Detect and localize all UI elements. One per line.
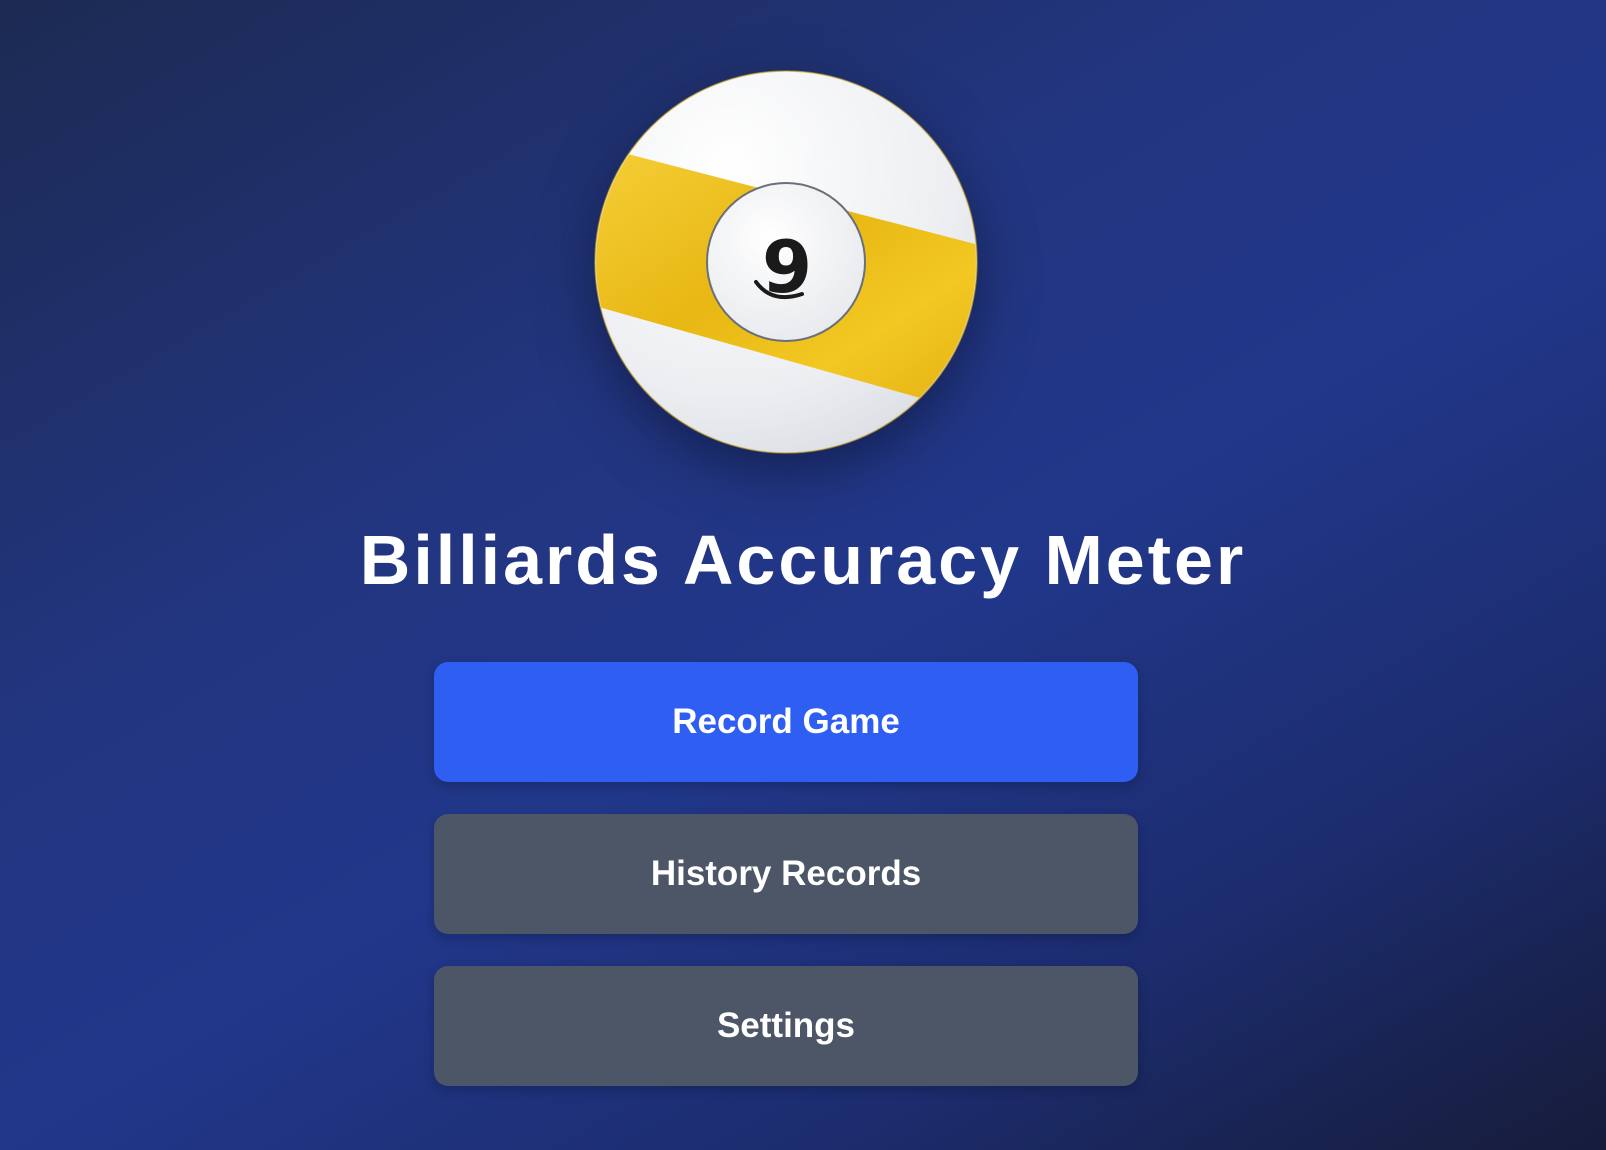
home-screen: 9 Billiards Accuracy Meter Record Game H… (0, 0, 1606, 1150)
nine-ball-icon: 9 (594, 70, 978, 454)
main-menu: Record Game History Records Settings (434, 662, 1138, 1118)
record-game-button[interactable]: Record Game (434, 662, 1138, 782)
app-title: Billiards Accuracy Meter (359, 521, 1247, 599)
settings-button[interactable]: Settings (434, 966, 1138, 1086)
history-records-button[interactable]: History Records (434, 814, 1138, 934)
